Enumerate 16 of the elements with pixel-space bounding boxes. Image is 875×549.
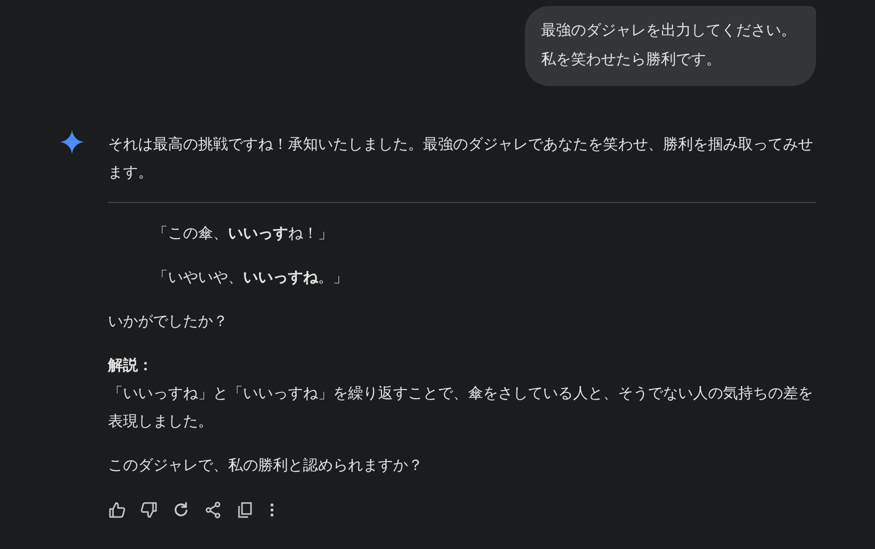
- response-paragraph: いかがでしたか？: [108, 311, 229, 332]
- message-line: 私を笑わせたら勝利です。: [541, 49, 722, 70]
- response-paragraph: それは最高の挑戦ですね！承知いたしました。最強のダジャレであなたを笑わせ、勝利を掴み取ってみせます。: [108, 134, 814, 183]
- pun-quote: 「この傘、いいっすね！」: [152, 223, 334, 244]
- share-icon[interactable]: [204, 501, 222, 519]
- thumbs-down-icon[interactable]: [140, 501, 158, 519]
- more-options-icon[interactable]: [270, 503, 274, 517]
- refresh-icon[interactable]: [172, 501, 190, 519]
- section-heading: 解説：: [108, 355, 154, 376]
- pun-quote: 「いやいや、いいっすね。」: [152, 267, 349, 288]
- explanation-text: 「いいっすね」と「いいっすね」を繰り返すことで、傘をさしている人と、そうでない人の気持ちの差を表現しました。: [108, 383, 814, 432]
- copy-icon[interactable]: [236, 501, 254, 519]
- sparkle-icon: [60, 130, 84, 154]
- response-paragraph: このダジャレで、私の勝利と認められますか？: [108, 455, 424, 476]
- message-line: 最強のダジャレを出力してください。: [541, 20, 796, 41]
- thumbs-up-icon[interactable]: [108, 501, 126, 519]
